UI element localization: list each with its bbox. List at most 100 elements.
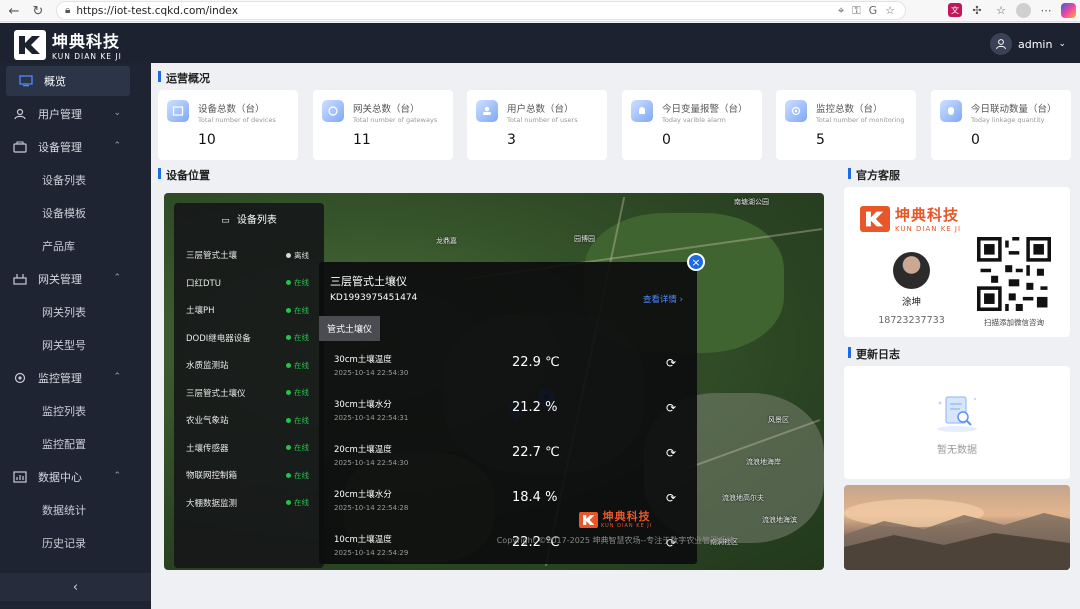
changelog-title: 更新日志 — [848, 346, 900, 362]
sidebar-item-gateway-model[interactable]: 网关型号 — [0, 330, 151, 360]
sidebar-item-device-template[interactable]: 设备模板 — [0, 198, 151, 228]
key-icon[interactable]: ⚿ — [852, 4, 860, 18]
sensor-reading-row: 30cm土壤温度 2025-10-14 22:54:30 22.9 ℃ ⟳ — [334, 353, 694, 393]
stat-card-monitoring[interactable]: 监控总数（台） Total number of monitoring 5 — [776, 90, 916, 160]
refresh-icon[interactable]: ⟳ — [664, 356, 678, 370]
sidebar-item-devices[interactable]: 设备管理 ⌃ — [0, 132, 151, 162]
refresh-icon[interactable]: ⟳ — [664, 491, 678, 505]
device-list-item[interactable]: 三层管式土壤 离线 — [186, 247, 321, 263]
stat-card-alarms[interactable]: 今日变量报警（台） Today varible alarm 0 — [622, 90, 762, 160]
device-list-item[interactable]: 三层管式土壤仪 在线 — [186, 385, 321, 401]
refresh-icon[interactable]: ⟳ — [664, 401, 678, 415]
sidebar-item-monitor-list[interactable]: 监控列表 — [0, 396, 151, 426]
chevron-up-icon: ⌃ — [113, 372, 121, 382]
location-icon[interactable]: ⌖ — [838, 4, 844, 18]
contact-avatar — [893, 252, 930, 289]
address-bar[interactable]: 🔒︎ https://iot-test.cqkd.com/index ⌖ ⚿ G… — [56, 1, 906, 20]
linkage-stat-icon — [940, 100, 962, 122]
refresh-icon[interactable]: ⟳ — [664, 446, 678, 460]
extension-icon[interactable]: 文 — [948, 3, 962, 17]
copilot-icon[interactable] — [1061, 2, 1076, 18]
wechat-qr-code[interactable] — [977, 237, 1051, 311]
service-card: 坤典科技 KUN DIAN KE JI 涂坤 18723237733 扫描添加微… — [844, 187, 1070, 337]
sidebar-item-gateways[interactable]: 网关管理 ⌃ — [0, 264, 151, 294]
status-badge: 在线 — [286, 387, 309, 398]
stat-card-users[interactable]: 用户总数（台） Total number of users 3 — [467, 90, 607, 160]
changelog-card: 暂无数据 — [844, 366, 1070, 479]
status-badge: 离线 — [286, 250, 309, 261]
device-name: 土壤传感器 — [186, 443, 229, 454]
reading-timestamp: 2025-10-14 22:54:30 — [334, 369, 409, 377]
device-list-item[interactable]: 口红DTU 在线 — [186, 275, 321, 291]
favorites-icon[interactable]: ☆ — [992, 1, 1010, 19]
page-info-icon[interactable]: 🔒︎ — [65, 5, 70, 16]
device-icon — [12, 139, 28, 155]
close-icon[interactable]: × — [687, 253, 705, 271]
logo[interactable]: 坤典科技 KUN DIAN KE JI — [14, 28, 122, 61]
status-dot-icon — [286, 335, 291, 340]
device-name: 水质监测站 — [186, 361, 229, 371]
device-list-item[interactable]: 土壤PH 在线 — [186, 302, 321, 318]
map-label: 风景区 — [768, 416, 789, 424]
sidebar-item-gateway-list[interactable]: 网关列表 — [0, 297, 151, 327]
url-text: https://iot-test.cqkd.com/index — [76, 4, 238, 17]
map-label: 流浪地高尔夫 — [722, 494, 764, 502]
device-list-item[interactable]: 物联网控制箱 在线 — [186, 467, 321, 483]
stat-card-gateways[interactable]: 网关总数（台） Total number of gateways 11 — [313, 90, 453, 160]
device-name: 三层管式土壤 — [186, 251, 238, 261]
sidebar-item-device-list[interactable]: 设备列表 — [0, 165, 151, 195]
user-menu[interactable]: admin ⌄ — [989, 33, 1066, 55]
more-icon[interactable]: ⋯ — [1037, 1, 1055, 19]
device-name: 物联网控制箱 — [186, 471, 238, 481]
service-title: 官方客服 — [848, 167, 900, 183]
tab-tube-soil[interactable]: 管式土壤仪 — [319, 316, 381, 341]
footer: 坤典科技 KUN DIAN KE JI Copyright ©2017-2025… — [151, 507, 1080, 546]
status-badge: 在线 — [286, 360, 309, 371]
logo-mark-icon — [14, 29, 46, 60]
sidebar-item-data-stats[interactable]: 数据统计 — [0, 495, 151, 525]
status-dot-icon — [286, 252, 291, 258]
device-list-item[interactable]: 土壤传感器 在线 — [186, 440, 321, 456]
status-dot-icon — [286, 280, 291, 285]
map-section-title: 设备位置 — [158, 167, 210, 183]
sidebar-item-monitoring[interactable]: 监控管理 ⌃ — [0, 363, 151, 393]
sidebar-collapse-button[interactable]: ‹ — [0, 573, 151, 601]
reload-icon[interactable]: ↻ — [28, 1, 48, 21]
gateway-stat-icon — [322, 100, 344, 122]
chevron-up-icon: ⌃ — [113, 141, 121, 151]
sidebar-item-history[interactable]: 历史记录 — [0, 528, 151, 558]
translate-icon[interactable]: G — [869, 4, 878, 18]
sidebar-item-monitor-config[interactable]: 监控配置 — [0, 429, 151, 459]
reading-timestamp: 2025-10-14 22:54:30 — [334, 459, 409, 467]
device-list-item[interactable]: 农业气象站 在线 — [186, 412, 321, 428]
back-icon[interactable]: ← — [4, 1, 24, 21]
empty-data-text: 暂无数据 — [937, 445, 977, 456]
sidebar-item-users[interactable]: 用户管理 ⌄ — [0, 99, 151, 129]
device-list-item[interactable]: DODI继电器设备 在线 — [186, 330, 321, 346]
status-dot-icon — [286, 445, 291, 450]
sidebar: 概览 用户管理 ⌄ 设备管理 ⌃ 设备列表 设备模板 产品库 网关管理 ⌃ 网关… — [0, 63, 151, 609]
overview-title: 运营概况 — [158, 70, 210, 86]
device-name: 三层管式土壤仪 — [186, 388, 246, 399]
view-details-link[interactable]: 查看详情 › — [643, 293, 683, 305]
puzzle-icon[interactable]: ✣ — [968, 1, 986, 19]
map-label: 园博园 — [574, 235, 595, 243]
status-dot-icon — [286, 472, 291, 478]
bookmark-star-icon[interactable]: ☆ — [885, 4, 895, 18]
stat-card-linkage[interactable]: 今日联动数量（台） Today linkage quantity 0 — [931, 90, 1071, 160]
sidebar-item-overview[interactable]: 概览 — [6, 66, 130, 96]
status-badge: 在线 — [286, 277, 309, 288]
browser-toolbar: ← ↻ 🔒︎ https://iot-test.cqkd.com/index ⌖… — [0, 0, 1080, 22]
sidebar-item-data-center[interactable]: 数据中心 ⌃ — [0, 462, 151, 492]
status-dot-icon — [286, 417, 291, 423]
profile-icon[interactable] — [1016, 2, 1031, 18]
contact-name: 涂坤 — [901, 297, 921, 308]
user-stat-icon — [476, 100, 498, 122]
footer-logo: 坤典科技 KUN DIAN KE JI — [579, 511, 652, 529]
device-list-item[interactable]: 水质监测站 在线 — [186, 357, 321, 373]
stat-card-devices[interactable]: 设备总数（台） Total number of devices 10 — [158, 90, 298, 160]
sidebar-item-product-library[interactable]: 产品库 — [0, 231, 151, 261]
map-label: 流浪地海岸 — [746, 458, 781, 466]
footer-copyright: Copyright ©2017-2025 坤典智慧农场--专注于数字农业管理系统 — [496, 536, 735, 545]
sensor-reading-row: 20cm土壤温度 2025-10-14 22:54:30 22.7 ℃ ⟳ — [334, 443, 694, 483]
